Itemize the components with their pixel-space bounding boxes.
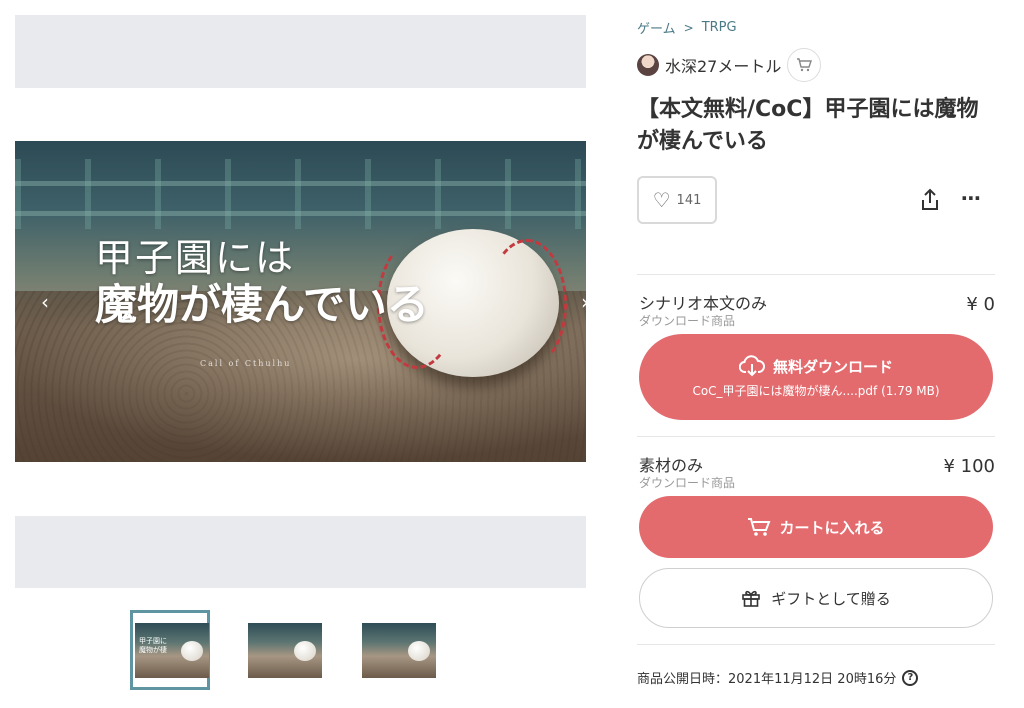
- download-file-name: CoC_甲子園には魔物が棲ん....pdf (1.79 MB): [692, 384, 940, 398]
- image-title: 甲子園には 魔物が棲んでいる: [95, 236, 429, 330]
- gift-label: ギフトとして贈る: [771, 589, 891, 608]
- prev-image-button[interactable]: ‹: [35, 291, 55, 313]
- variant-price: ¥ 100: [943, 456, 995, 477]
- more-icon[interactable]: ⋯: [961, 186, 982, 210]
- chevron-left-icon: ‹: [41, 290, 49, 314]
- chevron-right-icon: >: [683, 20, 694, 35]
- main-image: 甲子園には 魔物が棲んでいる Call of Cthulhu: [15, 88, 586, 516]
- variant-name: シナリオ本文のみ: [639, 294, 768, 313]
- photo-fence: [15, 159, 586, 229]
- photo-fence-rail: [15, 181, 586, 186]
- add-to-cart-label: カートに入れる: [779, 518, 885, 537]
- next-image-button[interactable]: ›: [575, 291, 595, 313]
- thumbnail-image: 甲子園に魔物が棲: [135, 623, 209, 678]
- shop-info: 水深27メートル: [637, 48, 822, 82]
- photo-fence-rail: [15, 211, 586, 216]
- baseball-seam: [487, 239, 567, 369]
- gift-icon: [742, 590, 761, 607]
- divider: [637, 436, 995, 437]
- like-button[interactable]: ♡ 141: [637, 176, 717, 224]
- thumbnail-text: 甲子園に魔物が棲: [139, 637, 167, 654]
- shop-cart-button[interactable]: [787, 48, 822, 82]
- divider: [637, 644, 995, 645]
- cloud-download-icon: [738, 355, 765, 377]
- thumbnail-ball: [181, 641, 203, 661]
- breadcrumb: ゲーム > TRPG: [637, 18, 737, 37]
- variant-name: 素材のみ: [639, 456, 704, 475]
- add-to-cart-button[interactable]: カートに入れる: [639, 496, 993, 558]
- thumbnail-ball: [408, 641, 430, 661]
- publish-date-text: 商品公開日時：2021年11月12日 20時16分: [637, 672, 897, 687]
- free-download-button[interactable]: 無料ダウンロード CoC_甲子園には魔物が棲ん....pdf (1.79 MB): [639, 334, 993, 420]
- cart-icon: [797, 58, 813, 72]
- divider: [637, 274, 995, 275]
- variant-price: ¥ 0: [966, 294, 995, 315]
- breadcrumb-category[interactable]: ゲーム: [637, 18, 676, 37]
- cart-icon: [748, 518, 771, 536]
- breadcrumb-subcategory[interactable]: TRPG: [702, 20, 737, 35]
- gift-button[interactable]: ギフトとして贈る: [639, 568, 993, 628]
- thumbnail-image: [362, 623, 436, 678]
- product-title: 【本文無料/CoC】甲子園には魔物が棲んでいる: [637, 97, 979, 154]
- help-icon[interactable]: ?: [902, 669, 919, 686]
- image-title-line1: 甲子園には: [95, 236, 296, 280]
- product-info: ゲーム > TRPG 水深27メートル 【本文無料/CoC】甲子園には魔物が棲ん…: [637, 0, 997, 708]
- image-title-line2: 魔物が棲んでいる: [95, 280, 429, 329]
- image-subtitle: Call of Cthulhu: [200, 359, 292, 368]
- share-icon[interactable]: [919, 188, 941, 212]
- heart-icon: ♡: [652, 188, 671, 212]
- shop-name[interactable]: 水深27メートル: [665, 53, 781, 77]
- download-label: 無料ダウンロード: [772, 357, 893, 376]
- avatar[interactable]: [637, 54, 659, 76]
- like-count: 141: [676, 192, 702, 208]
- variant-type: ダウンロード商品: [639, 314, 736, 328]
- product-photo: 甲子園には 魔物が棲んでいる Call of Cthulhu: [15, 141, 586, 462]
- thumbnail-3[interactable]: [358, 610, 438, 690]
- publish-date: 商品公開日時：2021年11月12日 20時16分 ?: [637, 668, 919, 687]
- variant-type: ダウンロード商品: [639, 476, 736, 490]
- product-gallery: 甲子園には 魔物が棲んでいる Call of Cthulhu ‹ ›: [15, 15, 589, 588]
- thumbnail-1[interactable]: 甲子園に魔物が棲: [130, 610, 210, 690]
- thumbnail-2[interactable]: [244, 610, 324, 690]
- thumbnail-ball: [294, 641, 316, 661]
- chevron-right-icon: ›: [581, 290, 589, 314]
- thumbnail-image: [248, 623, 322, 678]
